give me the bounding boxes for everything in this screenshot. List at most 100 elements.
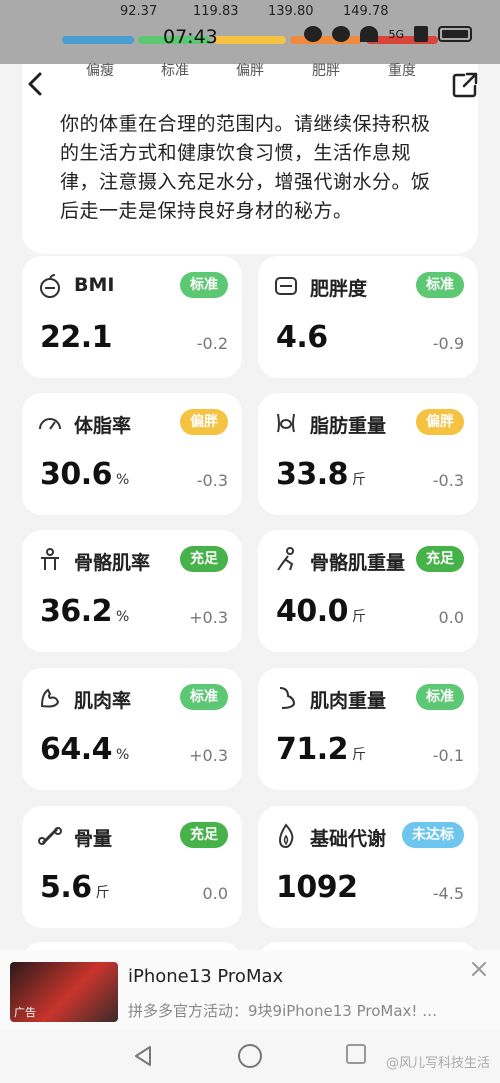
nav-recent-icon[interactable]	[346, 1044, 366, 1064]
metric-title: 骨骼肌重量	[310, 552, 406, 574]
scale-threshold: 149.78	[343, 4, 389, 19]
metric-change: -0.3	[196, 471, 228, 490]
metric-title: 骨骼肌率	[74, 552, 151, 574]
apple-icon	[40, 274, 60, 298]
share-icon[interactable]	[450, 70, 480, 100]
flame-icon	[278, 823, 294, 849]
metric-value-row: 36.2%	[40, 594, 129, 629]
bicep-icon	[40, 688, 60, 708]
gauge-icon	[39, 418, 61, 430]
metric-unit: %	[116, 747, 129, 763]
arm-muscle-icon	[279, 687, 296, 709]
status-badge: 未达标	[402, 822, 464, 848]
metric-unit: 斤	[352, 472, 366, 488]
muscle-body-icon	[41, 548, 59, 570]
status-badge: 偏胖	[416, 409, 464, 435]
metric-card[interactable]: 体脂率 偏胖 30.6% -0.3	[22, 393, 242, 515]
scale-label: 偏瘦	[86, 63, 114, 79]
metric-value: 64.4	[40, 732, 113, 767]
weight-scale-overlay: 92.37 119.83 139.80 149.78 07:43 5G	[0, 0, 500, 64]
metric-unit: 斤	[95, 885, 110, 901]
metric-card[interactable]: 骨骼肌重量 充足 40.0 斤 0.0	[258, 530, 478, 652]
nav-back-icon[interactable]	[132, 1044, 154, 1068]
scale-label: 标准	[161, 63, 189, 79]
eye-icon	[304, 26, 323, 42]
metric-change: -0.2	[196, 334, 228, 353]
metric-card[interactable]: 骨骼肌率 充足 36.2% +0.3	[22, 530, 242, 652]
metric-card[interactable]: 肌肉率 标准 64.4% +0.3	[22, 668, 242, 790]
metric-title: 肌肉重量	[310, 690, 387, 712]
metric-card[interactable]: 脂肪重量 偏胖 33.8 斤 -0.3	[258, 393, 478, 515]
metric-change: -0.1	[432, 746, 464, 765]
metric-value-row: 33.8 斤	[276, 457, 366, 492]
close-icon[interactable]	[470, 960, 488, 978]
metric-value: 1092	[276, 870, 358, 905]
status-icons: 5G	[304, 26, 472, 42]
metric-value: 22.1	[40, 320, 113, 355]
scale-label: 偏胖	[236, 63, 264, 79]
network-label: 5G	[388, 27, 404, 41]
metric-value-row: 5.6 斤	[40, 870, 110, 905]
watermark: @风儿写科技生活	[385, 1056, 490, 1071]
scale-threshold: 119.83	[193, 4, 239, 19]
ad-tag: 广告	[14, 1006, 36, 1019]
scale-threshold: 139.80	[268, 4, 314, 19]
status-badge: 偏胖	[180, 409, 228, 435]
metric-value: 5.6	[40, 870, 92, 905]
metric-value-row: 22.1	[40, 320, 113, 355]
weight-scale-icon	[275, 277, 297, 295]
metric-change: 0.0	[438, 608, 464, 627]
metric-title: BMI	[74, 274, 115, 296]
metric-unit: %	[116, 609, 129, 625]
metric-change: 0.0	[202, 884, 228, 903]
metric-card[interactable]: 基础代谢 未达标 1092 -4.5	[258, 806, 478, 928]
status-badge: 标准	[416, 272, 464, 298]
metric-value: 33.8	[276, 457, 349, 492]
metric-value-row: 64.4%	[40, 732, 129, 767]
scale-label: 肥胖	[312, 63, 340, 79]
metric-value: 4.6	[276, 320, 328, 355]
status-badge: 充足	[180, 546, 228, 572]
status-time: 07:43	[163, 26, 218, 48]
metric-card[interactable]: 骨量 充足 5.6 斤 0.0	[22, 806, 242, 928]
scale-threshold: 92.37	[120, 4, 158, 19]
status-badge: 标准	[180, 684, 228, 710]
battery-icon	[438, 26, 472, 42]
ad-thumbnail[interactable]: 广告	[10, 962, 118, 1022]
metric-card[interactable]: BMI 标准 22.1 -0.2	[22, 256, 242, 378]
signal-icon	[414, 26, 428, 42]
scale-segment-underweight	[62, 36, 134, 44]
metric-value: 71.2	[276, 732, 349, 767]
nav-home-icon[interactable]	[238, 1044, 262, 1068]
ad-title[interactable]: iPhone13 ProMax	[128, 966, 283, 987]
metric-value-row: 4.6	[276, 320, 328, 355]
metric-value: 40.0	[276, 594, 349, 629]
metric-title: 骨量	[74, 828, 113, 850]
metric-change: -0.3	[432, 471, 464, 490]
metric-title: 基础代谢	[310, 828, 387, 850]
metric-value-row: 1092	[276, 870, 358, 905]
metric-value: 30.6	[40, 457, 113, 492]
metric-unit: 斤	[352, 609, 366, 625]
metric-value: 36.2	[40, 594, 113, 629]
ad-description[interactable]: 拼多多官方活动：9块9iPhone13 ProMax! …	[128, 1000, 437, 1021]
status-badge: 标准	[180, 272, 228, 298]
metric-change: -0.9	[432, 334, 464, 353]
metric-title: 体脂率	[74, 415, 132, 437]
metric-card[interactable]: 肌肉重量 标准 71.2 斤 -0.1	[258, 668, 478, 790]
metric-unit: 斤	[352, 747, 366, 763]
wifi-icon	[360, 26, 379, 42]
advice-card: 你的体重在合理的范围内。请继续保持积极的生活方式和健康饮食习惯，生活作息规律，注…	[22, 64, 478, 254]
back-arrow-icon[interactable]	[22, 70, 50, 98]
body-fat-icon	[277, 413, 295, 433]
metric-change: +0.3	[189, 746, 228, 765]
ad-banner[interactable]: 广告 iPhone13 ProMax 拼多多官方活动：9块9iPhone13 P…	[0, 950, 500, 1030]
metric-unit: %	[116, 472, 129, 488]
metric-value-row: 40.0 斤	[276, 594, 366, 629]
metric-title: 肥胖度	[310, 278, 368, 300]
status-badge: 充足	[180, 822, 228, 848]
metric-card[interactable]: 肥胖度 标准 4.6 -0.9	[258, 256, 478, 378]
status-badge: 标准	[416, 684, 464, 710]
metric-change: -4.5	[432, 884, 464, 903]
alarm-icon	[332, 26, 351, 42]
